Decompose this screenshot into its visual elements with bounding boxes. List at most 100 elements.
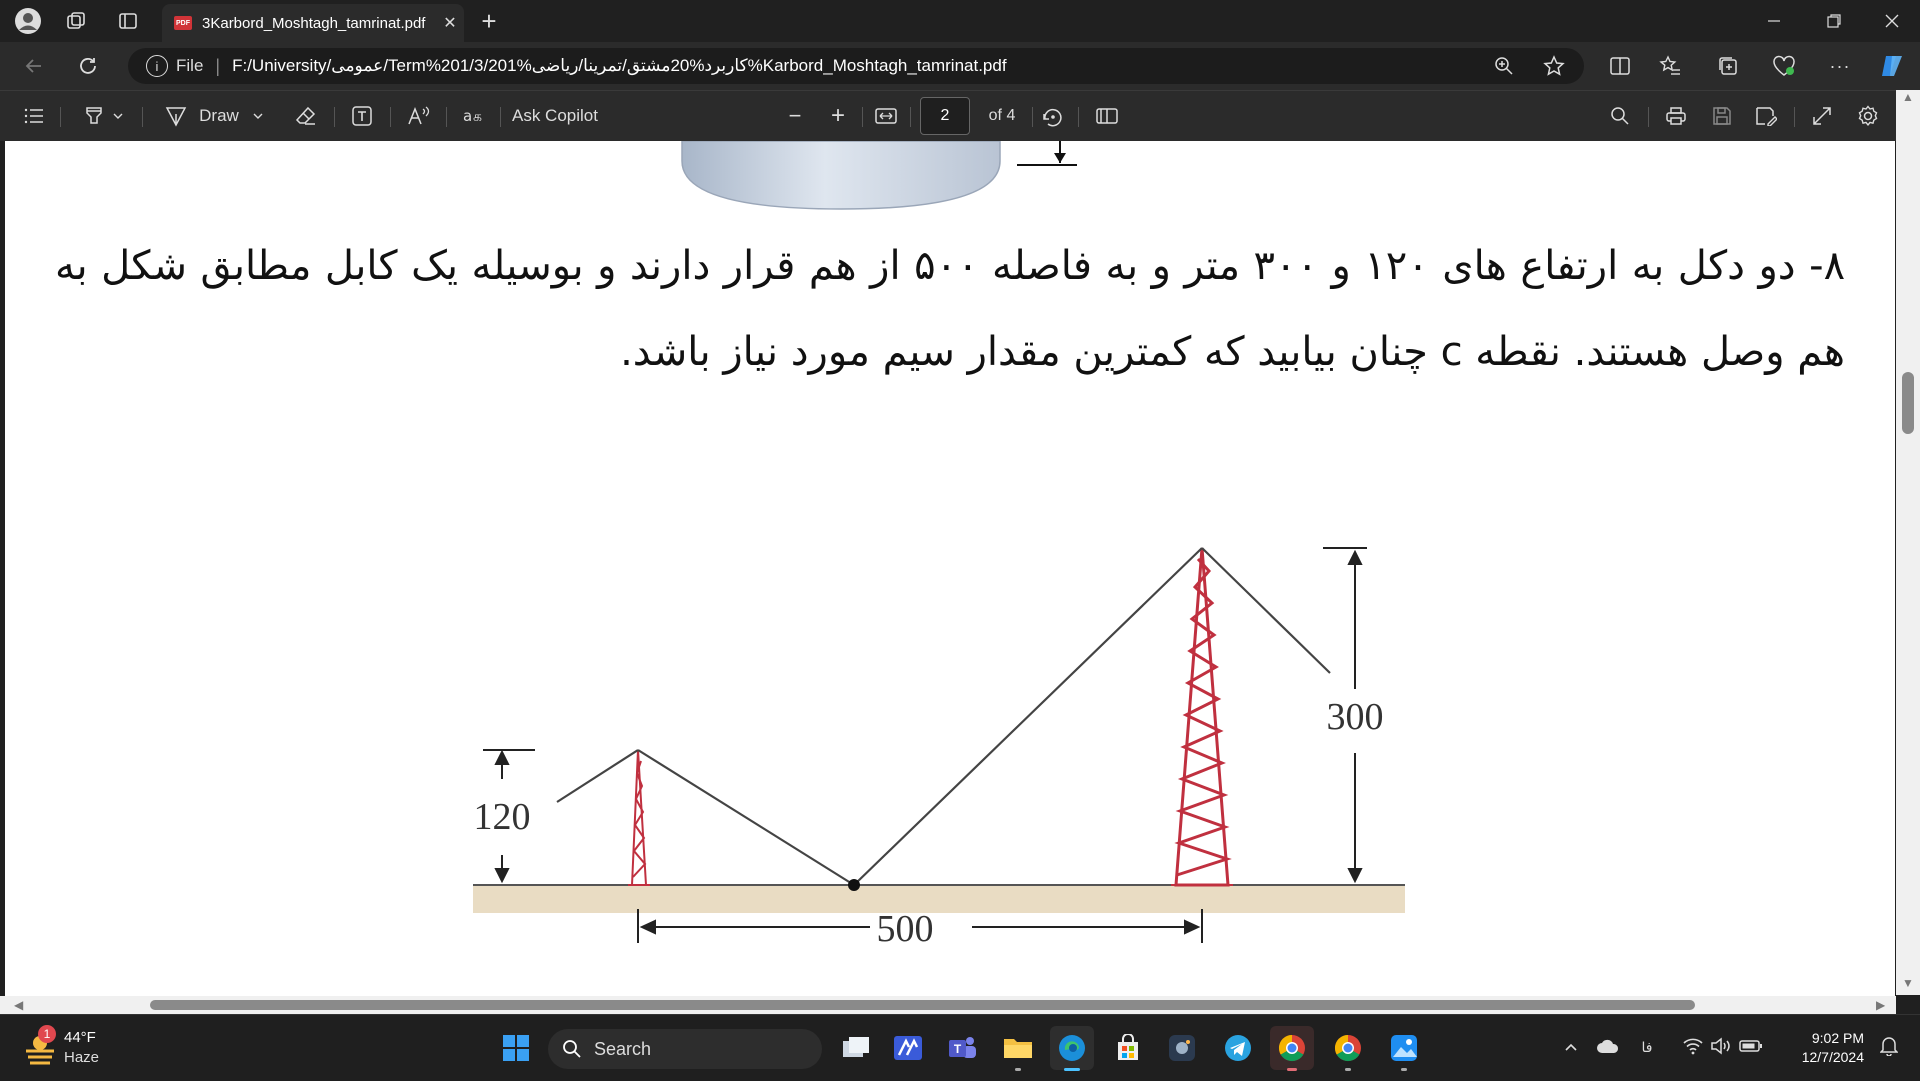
tab-close-button[interactable]: ✕ (436, 13, 464, 33)
running-indicator (1015, 1068, 1021, 1071)
question-text: دو دکل به ارتفاع های ۱۲۰ و ۳۰۰ متر و به … (55, 243, 1845, 375)
battery-button[interactable] (1736, 1039, 1766, 1058)
profile-button[interactable] (8, 4, 48, 38)
contents-list-icon (24, 108, 43, 124)
back-arrow-icon (25, 59, 41, 73)
copilot-icon (1882, 56, 1902, 76)
scroll-up-arrow[interactable]: ▲ (1902, 90, 1914, 104)
highlight-button[interactable] (74, 101, 132, 131)
taskbar-app-1[interactable] (886, 1026, 930, 1070)
taskbar-search[interactable]: Search (548, 1029, 822, 1069)
read-aloud-button[interactable] (402, 101, 436, 131)
favorites-button[interactable] (1654, 50, 1686, 82)
browser-essentials-button[interactable] (1768, 50, 1800, 82)
task-view-button[interactable] (834, 1026, 878, 1070)
save-as-button[interactable] (1750, 101, 1782, 131)
toolbar-divider (390, 107, 391, 127)
close-window-button[interactable] (1864, 0, 1920, 42)
label-500: 500 (877, 908, 934, 950)
rotate-button[interactable] (1036, 101, 1068, 131)
zoom-in-button[interactable]: + (823, 101, 853, 131)
collections-icon (1719, 57, 1737, 75)
wifi-icon (1683, 1038, 1703, 1054)
teams-button[interactable]: T (940, 1026, 984, 1070)
site-info-icon[interactable]: i (146, 55, 168, 77)
table-of-contents-button[interactable] (20, 101, 48, 131)
volume-button[interactable] (1706, 1036, 1736, 1060)
onedrive-button[interactable] (1586, 1038, 1630, 1059)
restore-button[interactable] (1806, 0, 1862, 42)
clock-button[interactable]: 9:02 PM 12/7/2024 (1774, 1029, 1864, 1067)
notifications-button[interactable] (1874, 1036, 1904, 1061)
scroll-down-arrow[interactable]: ▼ (1902, 976, 1914, 990)
search-label: Search (594, 1038, 652, 1059)
pdf-settings-button[interactable] (1852, 101, 1884, 131)
address-file-label: File (176, 56, 204, 75)
horizontal-scroll-thumb[interactable] (150, 1000, 1695, 1010)
running-indicator (1287, 1068, 1297, 1071)
network-button[interactable] (1680, 1037, 1706, 1060)
cloud-icon (1597, 1039, 1619, 1053)
page-number-input[interactable]: 2 (920, 97, 970, 135)
print-button[interactable] (1660, 101, 1692, 131)
telegram-button[interactable] (1216, 1026, 1260, 1070)
minimize-icon (1768, 20, 1780, 22)
save-button[interactable] (1706, 101, 1738, 131)
settings-more-button[interactable]: ··· (1824, 50, 1856, 82)
toolbar-divider (334, 107, 335, 127)
weather-widget[interactable]: 1 44°F Haze (14, 1023, 124, 1073)
ask-copilot-button[interactable]: Ask Copilot (512, 101, 622, 131)
restore-icon (1827, 14, 1841, 28)
chrome-button-2[interactable] (1326, 1026, 1370, 1071)
tab-actions-button[interactable] (108, 4, 148, 38)
erase-button[interactable] (290, 101, 322, 131)
vertical-scrollbar[interactable]: ▲ ▼ (1896, 90, 1920, 995)
taskbar-app-2[interactable] (1160, 1026, 1204, 1070)
workspaces-icon (67, 12, 85, 29)
start-button[interactable] (494, 1026, 538, 1070)
photos-button[interactable] (1382, 1026, 1426, 1071)
back-button[interactable] (16, 50, 52, 82)
microsoft-store-button[interactable] (1106, 1026, 1150, 1070)
chrome-button-1[interactable] (1270, 1026, 1314, 1071)
page-view-button[interactable] (1090, 101, 1124, 131)
draw-button[interactable]: Draw (158, 101, 270, 131)
zoom-icon (1495, 57, 1513, 75)
show-hidden-icons-button[interactable] (1556, 1039, 1586, 1057)
chevron-down-icon (113, 113, 123, 119)
active-tab[interactable]: PDF 3Karbord_Moshtagh_tamrinat.pdf ✕ (162, 4, 464, 42)
windows-taskbar: 1 44°F Haze Search T فا 9:02 PM 12/7/202… (0, 1014, 1920, 1081)
language-indicator[interactable]: فا (1630, 1040, 1664, 1056)
copilot-button[interactable] (1876, 50, 1908, 82)
ground (473, 885, 1405, 913)
vertical-scroll-thumb[interactable] (1902, 372, 1914, 434)
toolbar-divider (862, 107, 863, 127)
refresh-button[interactable] (70, 50, 106, 82)
find-button[interactable] (1604, 101, 1636, 131)
workspaces-button[interactable] (56, 4, 96, 38)
telegram-icon (1225, 1035, 1251, 1061)
photos-icon (1391, 1035, 1417, 1061)
fullscreen-button[interactable] (1806, 101, 1838, 131)
minimize-button[interactable] (1746, 0, 1802, 42)
windows-logo-icon (503, 1035, 529, 1061)
address-url[interactable]: F:/University/عمومی/Term%201/3/کاربرد%20… (232, 56, 1006, 76)
zoom-button[interactable] (1488, 50, 1520, 82)
file-explorer-button[interactable] (996, 1026, 1040, 1071)
page-total: of 4 (988, 107, 1016, 124)
scroll-left-arrow[interactable]: ◀ (14, 998, 23, 1012)
translate-button[interactable]: aக (458, 101, 490, 131)
edge-button[interactable] (1050, 1026, 1094, 1071)
add-text-button[interactable] (346, 101, 378, 131)
fit-width-icon (875, 108, 897, 124)
split-screen-button[interactable] (1604, 50, 1636, 82)
zoom-out-button[interactable]: − (780, 101, 810, 131)
collections-button[interactable] (1712, 50, 1744, 82)
scroll-right-arrow[interactable]: ▶ (1876, 998, 1885, 1012)
address-bar[interactable]: i File | F:/University/عمومی/Term%201/3/… (128, 48, 1584, 84)
favorite-star-button[interactable] (1538, 50, 1570, 82)
horizontal-scrollbar[interactable]: ◀ ▶ (0, 996, 1896, 1014)
new-tab-button[interactable]: + (474, 6, 504, 36)
two-page-view-icon (1096, 108, 1118, 124)
fit-to-width-button[interactable] (870, 101, 902, 131)
